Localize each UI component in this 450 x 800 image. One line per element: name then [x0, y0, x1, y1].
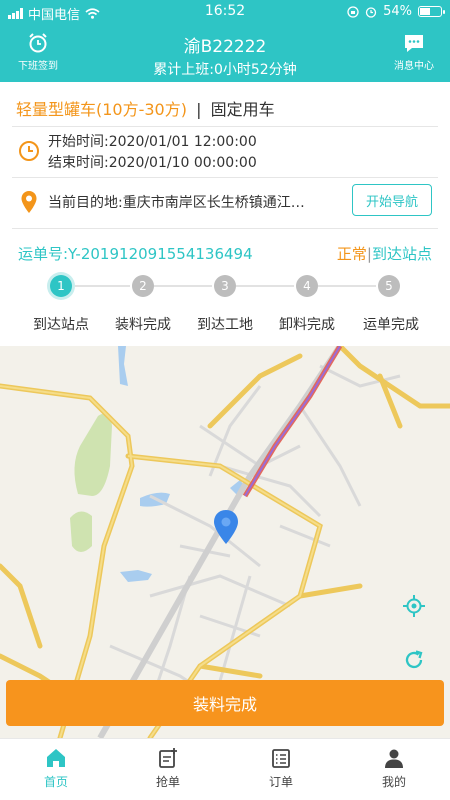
step-connector: [318, 285, 376, 287]
message-icon: [405, 35, 423, 52]
clock-out-button[interactable]: 下班签到: [10, 32, 66, 72]
alarm-icon: [365, 6, 377, 18]
clock-out-label: 下班签到: [18, 61, 58, 72]
start-navigation-button[interactable]: 开始导航: [352, 184, 432, 216]
order-list-icon: [272, 749, 290, 768]
message-center-label: 消息中心: [394, 61, 434, 72]
waybill-info-panel: 轻量型罐车(10方-30方) | 固定用车 开始时间:2020/01/01 12…: [0, 82, 450, 346]
refresh-icon[interactable]: [402, 648, 426, 672]
battery-percent: 54%: [383, 4, 412, 19]
end-time: 结束时间:2020/01/10 00:00:00: [48, 155, 257, 171]
current-location-marker: [214, 510, 238, 544]
home-icon: [47, 749, 65, 767]
destination-text: 当前目的地:重庆市南岸区长生桥镇通江…: [48, 195, 305, 211]
tab-mine[interactable]: 我的: [338, 747, 450, 790]
tab-home[interactable]: 首页: [0, 747, 112, 790]
status-bar: 中国电信 16:52 54%: [0, 0, 450, 24]
step-2-label: 装料完成: [115, 317, 171, 333]
locate-me-icon[interactable]: [402, 594, 426, 618]
status-sub: 到达站点: [371, 245, 432, 263]
alarm-clock-icon: [29, 33, 47, 53]
step-connector: [72, 285, 130, 287]
vehicle-info: 轻量型罐车(10方-30方) | 固定用车: [16, 96, 275, 120]
step-3-label: 到达工地: [197, 317, 253, 333]
vehicle-separator: |: [196, 100, 202, 119]
step-5-indicator: 5: [378, 275, 400, 297]
step-connector: [236, 285, 294, 287]
plate-number: 渝B22222: [183, 37, 267, 57]
divider: [12, 177, 438, 178]
step-5-label: 运单完成: [363, 317, 419, 333]
step-1-label: 到达站点: [33, 317, 89, 333]
vehicle-usage: 固定用车: [210, 100, 275, 119]
waybill-number: 运单号:Y-201912091554136494: [18, 245, 253, 263]
tab-orders[interactable]: 订单: [225, 747, 337, 790]
waybill-status: 正常|到达站点: [337, 243, 432, 264]
status-main: 正常: [336, 245, 367, 263]
clock-icon: [19, 141, 39, 161]
grab-order-icon: [159, 748, 177, 768]
divider: [12, 126, 438, 127]
tab-grab-order[interactable]: 抢单: [112, 747, 224, 790]
user-icon: [385, 749, 403, 768]
loading-complete-button[interactable]: 装料完成: [6, 680, 444, 726]
step-3-indicator: 3: [214, 275, 236, 297]
location-pin-icon: [21, 191, 37, 213]
tab-orders-label: 订单: [268, 775, 293, 789]
message-center-button[interactable]: 消息中心: [388, 32, 440, 72]
tab-grab-order-label: 抢单: [155, 775, 180, 789]
step-1-indicator: 1: [50, 275, 72, 297]
step-4-label: 卸料完成: [279, 317, 335, 333]
vehicle-type: 轻量型罐车(10方-30方): [16, 100, 187, 119]
orientation-lock-icon: [347, 5, 359, 18]
step-connector: [154, 285, 212, 287]
top-header: 中国电信 16:52 54% 下班签到 渝B22222 累计上班:0小时52分钟…: [0, 0, 450, 82]
start-time: 开始时间:2020/01/01 12:00:00: [48, 134, 257, 150]
tab-home-label: 首页: [43, 775, 68, 789]
progress-steps: 1 2 3 4 5: [0, 272, 450, 304]
tab-mine-label: 我的: [381, 775, 406, 789]
step-2-indicator: 2: [132, 275, 154, 297]
step-4-indicator: 4: [296, 275, 318, 297]
bottom-tab-bar: 首页 抢单 订单 我的: [0, 738, 450, 800]
header-center: 渝B22222 累计上班:0小时52分钟: [90, 32, 360, 79]
divider: [12, 228, 438, 229]
schedule-times: 开始时间:2020/01/01 12:00:00 结束时间:2020/01/10…: [48, 132, 257, 174]
work-duration: 累计上班:0小时52分钟: [153, 62, 297, 78]
battery-icon: [418, 6, 445, 17]
